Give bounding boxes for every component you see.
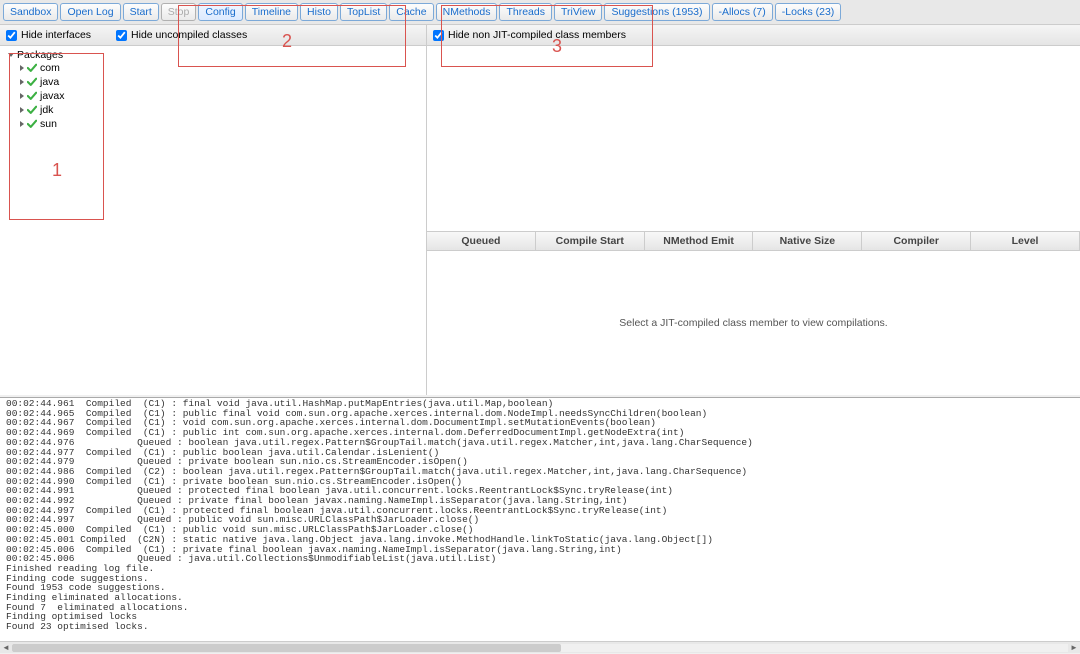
check-icon <box>27 105 37 115</box>
chevron-right-icon[interactable] <box>20 107 24 113</box>
suggestions-button[interactable]: Suggestions (1953) <box>604 3 709 21</box>
check-icon <box>27 119 37 129</box>
packages-root[interactable]: Packages <box>8 49 420 61</box>
right-filter-row: Hide non JIT-compiled class members <box>427 25 1080 46</box>
check-icon <box>27 91 37 101</box>
hide-nonjit-checkbox[interactable] <box>433 30 444 41</box>
col-compiler[interactable]: Compiler <box>862 232 971 250</box>
compilation-table-header: Queued Compile Start NMethod Emit Native… <box>427 231 1080 251</box>
left-panel: Hide interfaces Hide uncompiled classes … <box>0 25 427 395</box>
sandbox-button[interactable]: Sandbox <box>3 3 58 21</box>
left-filter-row: Hide interfaces Hide uncompiled classes <box>0 25 426 46</box>
col-queued[interactable]: Queued <box>427 232 536 250</box>
package-name: javax <box>40 90 65 102</box>
check-icon <box>27 77 37 87</box>
timeline-button[interactable]: Timeline <box>245 3 298 21</box>
package-tree: Packages com java javax jdk sun <box>0 46 426 134</box>
package-item[interactable]: com <box>20 61 420 75</box>
col-level[interactable]: Level <box>971 232 1080 250</box>
scroll-right-icon[interactable]: ► <box>1068 642 1080 654</box>
package-item[interactable]: javax <box>20 89 420 103</box>
threads-button[interactable]: Threads <box>499 3 552 21</box>
config-button[interactable]: Config <box>198 3 242 21</box>
open-log-button[interactable]: Open Log <box>60 3 120 21</box>
chevron-right-icon[interactable] <box>20 65 24 71</box>
start-button[interactable]: Start <box>123 3 159 21</box>
hide-interfaces-label[interactable]: Hide interfaces <box>6 29 91 41</box>
toplist-button[interactable]: TopList <box>340 3 387 21</box>
nmethods-button[interactable]: NMethods <box>436 3 498 21</box>
scroll-track[interactable] <box>12 644 1068 652</box>
stop-button: Stop <box>161 3 197 21</box>
hide-uncompiled-label[interactable]: Hide uncompiled classes <box>116 29 247 41</box>
hide-nonjit-text: Hide non JIT-compiled class members <box>448 29 626 41</box>
chevron-right-icon[interactable] <box>20 79 24 85</box>
compilation-table-body: Select a JIT-compiled class member to vi… <box>427 251 1080 395</box>
package-item[interactable]: java <box>20 75 420 89</box>
col-compile-start[interactable]: Compile Start <box>536 232 645 250</box>
check-icon <box>27 63 37 73</box>
allocs-button[interactable]: -Allocs (7) <box>712 3 773 21</box>
content-area: Hide interfaces Hide uncompiled classes … <box>0 25 1080 395</box>
package-name: java <box>40 76 59 88</box>
chevron-down-icon[interactable] <box>8 53 14 57</box>
hide-interfaces-text: Hide interfaces <box>21 29 91 41</box>
hide-uncompiled-text: Hide uncompiled classes <box>131 29 247 41</box>
chevron-right-icon[interactable] <box>20 121 24 127</box>
table-placeholder: Select a JIT-compiled class member to vi… <box>619 317 887 329</box>
hide-uncompiled-checkbox[interactable] <box>116 30 127 41</box>
chevron-right-icon[interactable] <box>20 93 24 99</box>
right-panel: Hide non JIT-compiled class members Queu… <box>427 25 1080 395</box>
package-name: com <box>40 62 60 74</box>
locks-button[interactable]: -Locks (23) <box>775 3 842 21</box>
cache-button[interactable]: Cache <box>389 3 433 21</box>
col-native-size[interactable]: Native Size <box>753 232 862 250</box>
scroll-left-icon[interactable]: ◄ <box>0 642 12 654</box>
histo-button[interactable]: Histo <box>300 3 338 21</box>
package-name: sun <box>40 118 57 130</box>
hide-nonjit-label[interactable]: Hide non JIT-compiled class members <box>433 29 626 41</box>
packages-root-label: Packages <box>17 49 63 61</box>
package-item[interactable]: jdk <box>20 103 420 117</box>
main-toolbar: Sandbox Open Log Start Stop Config Timel… <box>0 0 1080 25</box>
member-list-area <box>427 46 1080 231</box>
hide-interfaces-checkbox[interactable] <box>6 30 17 41</box>
log-panel[interactable]: 00:02:44.961 Compiled (C1) : final void … <box>0 397 1080 641</box>
triview-button[interactable]: TriView <box>554 3 602 21</box>
col-nmethod-emit[interactable]: NMethod Emit <box>645 232 754 250</box>
package-name: jdk <box>40 104 53 116</box>
horizontal-scrollbar[interactable]: ◄ ► <box>0 641 1080 653</box>
scroll-thumb[interactable] <box>12 644 561 652</box>
package-item[interactable]: sun <box>20 117 420 131</box>
